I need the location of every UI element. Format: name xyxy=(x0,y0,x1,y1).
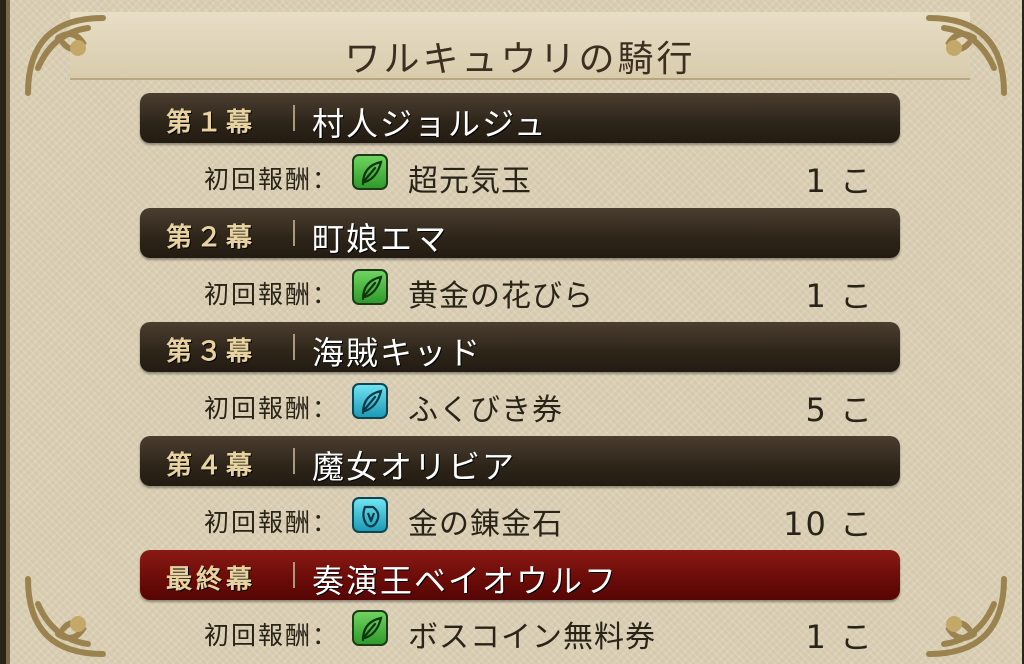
reward-row-3: 初回報酬： ふくびき券 5 こ xyxy=(204,379,874,429)
chapter-label: 第４幕 xyxy=(166,451,257,481)
reward-item-name: ふくびき券 xyxy=(408,393,563,428)
reward-count: 1 こ xyxy=(805,162,874,200)
green-leaf-icon xyxy=(352,269,388,305)
reward-label: 初回報酬： xyxy=(204,165,340,194)
reward-item-name: 黄金の花びら xyxy=(408,279,594,314)
reward-row-4: 初回報酬： 金の錬金石 10 こ xyxy=(204,493,874,543)
chapter-bar-2[interactable]: 第２幕 町娘エマ xyxy=(140,208,900,258)
reward-row-5: 初回報酬： ボスコイン無料券 1 こ xyxy=(204,606,874,656)
separator xyxy=(293,220,295,246)
chapter-name: 魔女オリビア xyxy=(312,448,517,486)
chapter-name: 海賊キッド xyxy=(312,334,483,372)
reward-row-1: 初回報酬： 超元気玉 1 こ xyxy=(204,150,874,200)
blue-leaf-icon xyxy=(352,383,388,419)
corner-ornament-icon xyxy=(18,569,128,664)
separator xyxy=(293,448,295,474)
reward-label: 初回報酬： xyxy=(204,508,340,537)
quest-title: ワルキュウリの騎行 xyxy=(344,39,696,80)
chapter-bar-3[interactable]: 第３幕 海賊キッド xyxy=(140,322,900,372)
reward-label: 初回報酬： xyxy=(204,280,340,309)
chapter-label: 第３幕 xyxy=(166,337,257,367)
reward-item-name: ボスコイン無料券 xyxy=(408,620,656,655)
chapter-name: 町娘エマ xyxy=(312,220,449,258)
reward-count: 10 こ xyxy=(783,505,874,543)
chapter-name: 奏演王ベイオウルフ xyxy=(312,562,619,600)
chapter-bar-1[interactable]: 第１幕 村人ジョルジュ xyxy=(140,93,900,143)
blue-stone-icon xyxy=(352,497,388,533)
separator xyxy=(293,334,295,360)
reward-count: 1 こ xyxy=(805,618,874,656)
reward-count: 5 こ xyxy=(805,391,874,429)
reward-count: 1 こ xyxy=(805,277,874,315)
corner-ornament-icon xyxy=(904,8,1014,103)
green-leaf-icon xyxy=(352,154,388,190)
chapter-name: 村人ジョルジュ xyxy=(312,105,548,143)
chapter-label: 第２幕 xyxy=(166,223,257,253)
chapter-bar-4[interactable]: 第４幕 魔女オリビア xyxy=(140,436,900,486)
title-band: ワルキュウリの騎行 xyxy=(70,12,970,80)
corner-ornament-icon xyxy=(904,569,1014,664)
reward-item-name: 金の錬金石 xyxy=(408,507,563,542)
corner-ornament-icon xyxy=(18,8,128,103)
separator xyxy=(293,562,295,588)
reward-row-2: 初回報酬： 黄金の花びら 1 こ xyxy=(204,265,874,315)
chapter-label: 第１幕 xyxy=(166,108,257,138)
reward-item-name: 超元気玉 xyxy=(408,164,532,199)
chapter-bar-final[interactable]: 最終幕 奏演王ベイオウルフ xyxy=(140,550,900,600)
chapter-label: 最終幕 xyxy=(166,565,257,595)
separator xyxy=(293,105,295,131)
reward-label: 初回報酬： xyxy=(204,621,340,650)
green-leaf-icon xyxy=(352,610,388,646)
reward-label: 初回報酬： xyxy=(204,394,340,423)
